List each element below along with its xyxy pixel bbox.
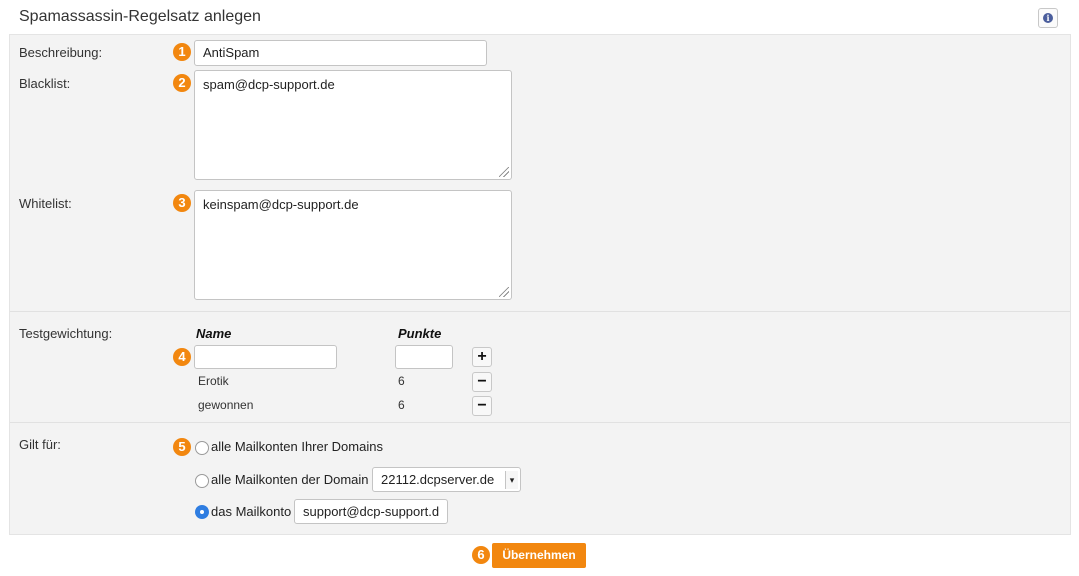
page-title: Spamassassin-Regelsatz anlegen xyxy=(19,8,261,25)
radio-domain-label: alle Mailkonten der Domain xyxy=(211,472,369,487)
divider xyxy=(10,311,1070,312)
radio-mail-account[interactable] xyxy=(195,505,209,519)
panel-header: Spamassassin-Regelsatz anlegen i xyxy=(9,0,1071,35)
test-name-input[interactable] xyxy=(194,345,337,369)
step-badge-2: 2 xyxy=(173,74,191,92)
whitelist-label: Whitelist: xyxy=(19,196,72,211)
radio-all-domains-label: alle Mailkonten Ihrer Domains xyxy=(211,439,383,454)
column-header-punkte: Punkte xyxy=(398,326,442,341)
blacklist-value: spam@dcp-support.de xyxy=(203,77,335,92)
step-badge-3: 3 xyxy=(173,194,191,212)
step-badge-4: 4 xyxy=(173,348,191,366)
resize-handle[interactable] xyxy=(499,167,509,177)
info-icon: i xyxy=(1043,13,1053,23)
whitelist-value: keinspam@dcp-support.de xyxy=(203,197,359,212)
radio-all-domains[interactable] xyxy=(195,441,209,455)
test-row-name: Erotik xyxy=(198,374,229,388)
step-badge-6: 6 xyxy=(472,546,490,564)
domain-select[interactable]: 22112.dcpserver.de ▾ xyxy=(372,467,521,492)
info-button[interactable]: i xyxy=(1038,8,1058,28)
test-punkte-input[interactable] xyxy=(395,345,453,369)
step-badge-1: 1 xyxy=(173,43,191,61)
test-row-name: gewonnen xyxy=(198,398,254,412)
testgewichtung-label: Testgewichtung: xyxy=(19,326,113,341)
column-header-name: Name xyxy=(196,326,232,341)
form-panel xyxy=(9,34,1071,535)
test-row-punkte: 6 xyxy=(398,374,405,388)
beschreibung-input[interactable]: AntiSpam xyxy=(194,40,487,66)
radio-mail-account-label: das Mailkonto xyxy=(211,504,292,519)
domain-select-value: 22112.dcpserver.de xyxy=(381,472,495,487)
radio-domain[interactable] xyxy=(195,474,209,488)
add-test-button[interactable]: + xyxy=(472,347,492,367)
whitelist-textarea[interactable]: keinspam@dcp-support.de xyxy=(194,190,512,300)
submit-button[interactable]: Übernehmen xyxy=(492,543,586,568)
remove-test-button[interactable]: − xyxy=(472,396,492,416)
beschreibung-label: Beschreibung: xyxy=(19,45,103,60)
mail-account-input[interactable]: support@dcp-support.d xyxy=(294,499,448,524)
chevron-down-icon: ▾ xyxy=(505,471,518,489)
divider xyxy=(10,422,1070,423)
test-row-punkte: 6 xyxy=(398,398,405,412)
resize-handle[interactable] xyxy=(499,287,509,297)
blacklist-label: Blacklist: xyxy=(19,76,71,91)
remove-test-button[interactable]: − xyxy=(472,372,492,392)
blacklist-textarea[interactable]: spam@dcp-support.de xyxy=(194,70,512,180)
gilt-fuer-label: Gilt für: xyxy=(19,437,61,452)
step-badge-5: 5 xyxy=(173,438,191,456)
